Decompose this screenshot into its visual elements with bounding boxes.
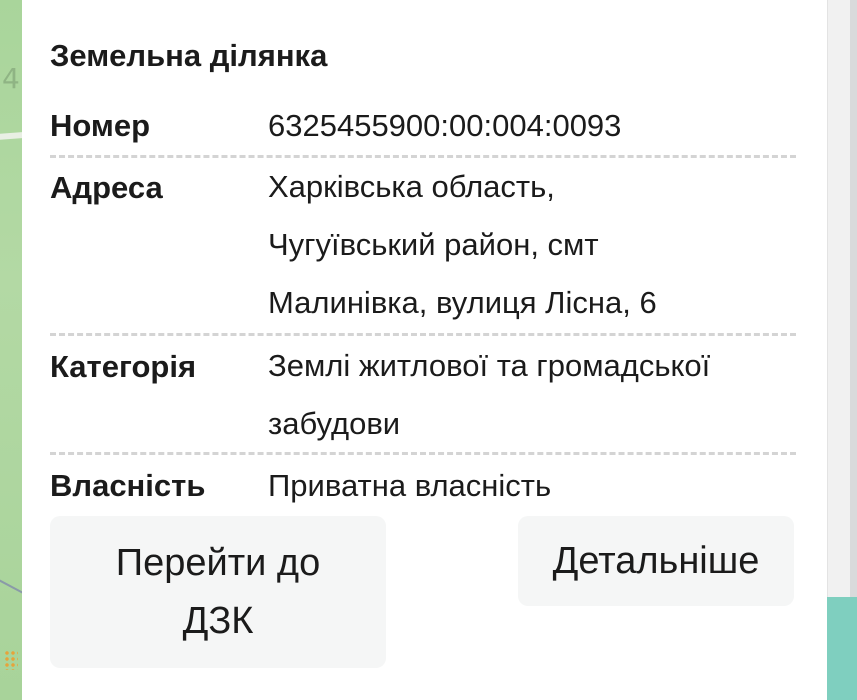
row-label: Адреса — [50, 170, 163, 205]
divider — [50, 452, 796, 455]
button-label-line: ДЗК — [182, 600, 254, 642]
category-line: забудови — [268, 406, 401, 441]
cadastral-number: 6325455900:00:004:0093 — [268, 108, 622, 143]
address-line: Харківська область, — [268, 169, 555, 204]
teal-map-control[interactable] — [824, 597, 857, 700]
address-line: Чугуївський район, смт — [268, 227, 599, 262]
category-value: Землі житлової та громадської забудови — [268, 337, 798, 453]
category-line: Землі житлової та громадської — [268, 348, 711, 383]
row-label: Власність — [50, 468, 206, 503]
row-label: Номер — [50, 108, 151, 143]
divider — [50, 333, 796, 336]
map-line — [0, 575, 22, 597]
map-marker-dots — [4, 650, 18, 670]
parcel-info-popup: Земельна ділянка Номер 6325455900:00:004… — [22, 0, 827, 700]
details-button[interactable]: Детальніше — [518, 516, 794, 606]
row-label: Категорія — [50, 349, 197, 384]
map-background[interactable]: 4 — [0, 0, 22, 700]
address-value: Харківська область, Чугуївський район, с… — [268, 158, 798, 332]
map-road — [0, 130, 22, 142]
go-to-dzk-button[interactable]: Перейти до ДЗК — [50, 516, 386, 668]
address-line: Малинівка, вулиця Лісна, 6 — [268, 285, 657, 320]
button-label: Детальніше — [552, 540, 760, 582]
right-panel-edge — [827, 0, 857, 700]
popup-title: Земельна ділянка — [50, 38, 328, 73]
ownership-value: Приватна власність — [268, 468, 552, 503]
map-label: 4 — [2, 62, 20, 95]
button-label: Перейти до ДЗК — [116, 534, 320, 650]
scrollbar[interactable] — [827, 0, 850, 700]
button-label-line: Перейти до — [115, 542, 321, 584]
